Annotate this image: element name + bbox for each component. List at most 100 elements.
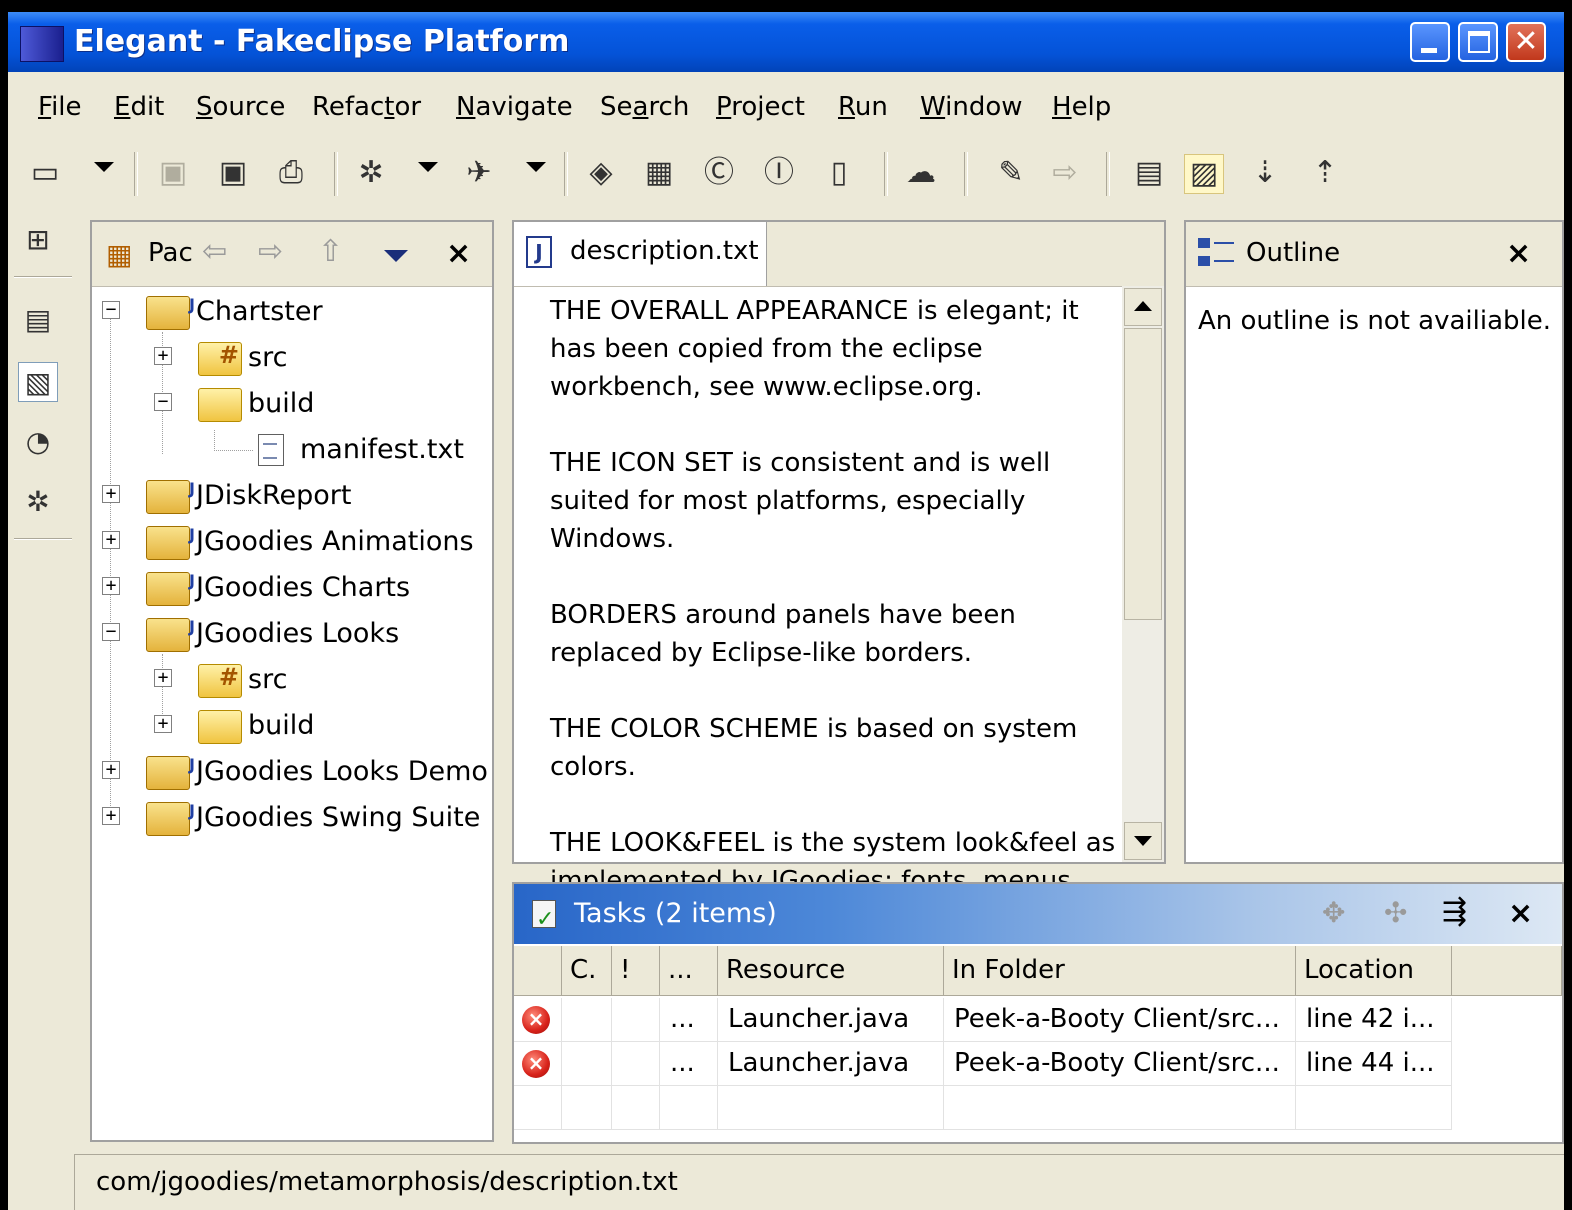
- menu-refactor[interactable]: Refactor: [312, 92, 421, 122]
- tree-item[interactable]: − Chartster: [92, 285, 492, 332]
- java-browsing-perspective-icon[interactable]: ◔: [18, 422, 58, 462]
- new-wizard-icon[interactable]: ▭: [26, 154, 64, 192]
- new-scrapbook-icon[interactable]: ▯: [820, 154, 858, 192]
- pencil-icon[interactable]: ✎: [992, 154, 1030, 192]
- delete-task-icon[interactable]: ✣: [1384, 896, 1407, 929]
- chevron-down-icon[interactable]: [418, 162, 438, 172]
- tree-expander-icon[interactable]: +: [102, 577, 120, 595]
- java-project-icon: [146, 285, 195, 330]
- menu-search[interactable]: Search: [600, 92, 689, 122]
- menu-mnemonic: F: [38, 92, 52, 122]
- tree-expander-icon[interactable]: +: [102, 761, 120, 779]
- resource-perspective-icon[interactable]: ▤: [18, 300, 58, 340]
- editor-tab-description[interactable]: J description.txt: [514, 222, 767, 286]
- close-icon[interactable]: ×: [1506, 236, 1531, 271]
- tree-expander-icon[interactable]: −: [102, 301, 120, 319]
- new-class-icon[interactable]: Ⓒ: [700, 154, 738, 192]
- menu-edit[interactable]: Edit: [114, 92, 164, 122]
- new-java-project-icon[interactable]: ◈: [582, 154, 620, 192]
- chevron-down-icon[interactable]: [94, 162, 114, 172]
- debug-icon[interactable]: ✲: [352, 154, 390, 192]
- back-arrow-icon[interactable]: ⇦: [202, 234, 227, 269]
- column-header-location[interactable]: Location: [1296, 946, 1452, 996]
- tree-item[interactable]: + JGoodies Charts: [92, 561, 492, 608]
- column-header-resource[interactable]: Resource: [718, 946, 944, 996]
- tree-expander-icon[interactable]: +: [154, 715, 172, 733]
- menu-project[interactable]: Project: [716, 92, 805, 122]
- tree-item[interactable]: + src: [92, 657, 492, 700]
- save-all-icon[interactable]: ▣: [214, 154, 252, 192]
- tree-item[interactable]: + JGoodies Animations: [92, 515, 492, 562]
- view-menu-icon[interactable]: [384, 250, 408, 262]
- tree-item[interactable]: + build: [92, 706, 492, 746]
- tree-item[interactable]: manifest.txt: [92, 430, 492, 470]
- menu-navigate[interactable]: Navigate: [456, 92, 573, 122]
- title-bar[interactable]: Elegant - Fakeclipse Platform ✕: [8, 12, 1564, 72]
- menu-run[interactable]: Run: [838, 92, 888, 122]
- forward-arrow-icon[interactable]: ⇨: [258, 234, 283, 269]
- up-arrow-icon[interactable]: ⇧: [318, 234, 343, 269]
- minimize-button[interactable]: [1410, 22, 1450, 62]
- print-icon[interactable]: ⎙: [272, 154, 310, 192]
- hierarchy-icon[interactable]: ▨: [1184, 154, 1224, 194]
- add-task-icon[interactable]: ✥: [1322, 896, 1345, 929]
- filter-icon[interactable]: ⇶: [1442, 894, 1467, 929]
- open-type-icon[interactable]: ⇨: [1046, 154, 1084, 192]
- open-perspective-icon[interactable]: ⊞: [18, 220, 58, 260]
- close-icon[interactable]: ×: [446, 236, 471, 271]
- tree-item[interactable]: − JGoodies Looks: [92, 607, 492, 654]
- scroll-thumb[interactable]: [1124, 328, 1162, 620]
- tree-item[interactable]: − build: [92, 384, 492, 424]
- tree-expander-icon[interactable]: +: [102, 531, 120, 549]
- outline-icon[interactable]: ▤: [1130, 154, 1168, 192]
- editor-tab-label: description.txt: [570, 236, 759, 266]
- editor-scrollbar[interactable]: [1122, 286, 1164, 862]
- table-cell: [562, 1042, 612, 1086]
- editor-text-area[interactable]: THE OVERALL APPEARANCE is elegant; it ha…: [550, 292, 1120, 938]
- table-cell: [562, 998, 612, 1042]
- tree-expander-icon[interactable]: +: [154, 669, 172, 687]
- tasks-header: ✓ Tasks (2 items) ✥ ✣ ⇶ ×: [514, 884, 1562, 944]
- tree-item[interactable]: + src: [92, 335, 492, 378]
- menu-source[interactable]: Source: [196, 92, 285, 122]
- new-interface-icon[interactable]: Ⓘ: [760, 154, 798, 192]
- tree-expander-icon[interactable]: +: [154, 347, 172, 365]
- run-icon[interactable]: ✈: [460, 154, 498, 192]
- tree-branch-line: [214, 430, 253, 451]
- save-icon[interactable]: ▣: [154, 154, 192, 192]
- column-header-priority[interactable]: !: [612, 946, 660, 996]
- column-header-completed[interactable]: C.: [562, 946, 612, 996]
- search-icon[interactable]: ☁: [902, 154, 940, 192]
- menu-file[interactable]: File: [38, 92, 82, 122]
- tree-item-label: JGoodies Animations: [196, 526, 474, 557]
- previous-annotation-icon[interactable]: ⇡: [1306, 154, 1344, 192]
- package-explorer-icon: ▦: [106, 238, 133, 271]
- maximize-button[interactable]: [1458, 22, 1498, 62]
- menu-label: rch: [648, 92, 690, 122]
- new-package-icon[interactable]: ▦: [640, 154, 678, 192]
- arrow-up-icon: [1134, 301, 1152, 311]
- tree-item[interactable]: + JDiskReport: [92, 469, 492, 516]
- close-icon[interactable]: ×: [1508, 896, 1533, 931]
- debug-perspective-icon[interactable]: ✲: [18, 482, 58, 522]
- next-annotation-icon[interactable]: ⇣: [1246, 154, 1284, 192]
- tree-expander-icon[interactable]: +: [102, 807, 120, 825]
- scroll-down-button[interactable]: [1124, 822, 1162, 860]
- column-header-in-folder[interactable]: In Folder: [944, 946, 1296, 996]
- column-header-description[interactable]: ...: [660, 946, 718, 996]
- chevron-down-icon[interactable]: [526, 162, 546, 172]
- package-tree: − Chartster + src − build manifest.txt +: [92, 285, 492, 1140]
- tree-item[interactable]: + JGoodies Looks Demo: [92, 745, 492, 792]
- tree-expander-icon[interactable]: −: [154, 393, 172, 411]
- menu-help[interactable]: Help: [1052, 92, 1111, 122]
- tree-item[interactable]: + JGoodies Swing Suite: [92, 791, 492, 838]
- main-toolbar: ▭ ▣ ▣ ⎙ ✲ ✈ ◈ ▦ Ⓒ Ⓘ ▯ ☁ ✎ ⇨ ▤ ▨ ⇣ ⇡: [8, 142, 1564, 210]
- tree-expander-icon[interactable]: −: [102, 623, 120, 641]
- menu-window[interactable]: Window: [920, 92, 1023, 122]
- close-window-button[interactable]: ✕: [1506, 22, 1546, 62]
- table-cell: ...: [660, 998, 718, 1042]
- tree-expander-icon[interactable]: +: [102, 485, 120, 503]
- java-perspective-icon[interactable]: ▧: [18, 362, 58, 402]
- scroll-up-button[interactable]: [1124, 288, 1162, 326]
- column-header-icon[interactable]: [514, 946, 562, 996]
